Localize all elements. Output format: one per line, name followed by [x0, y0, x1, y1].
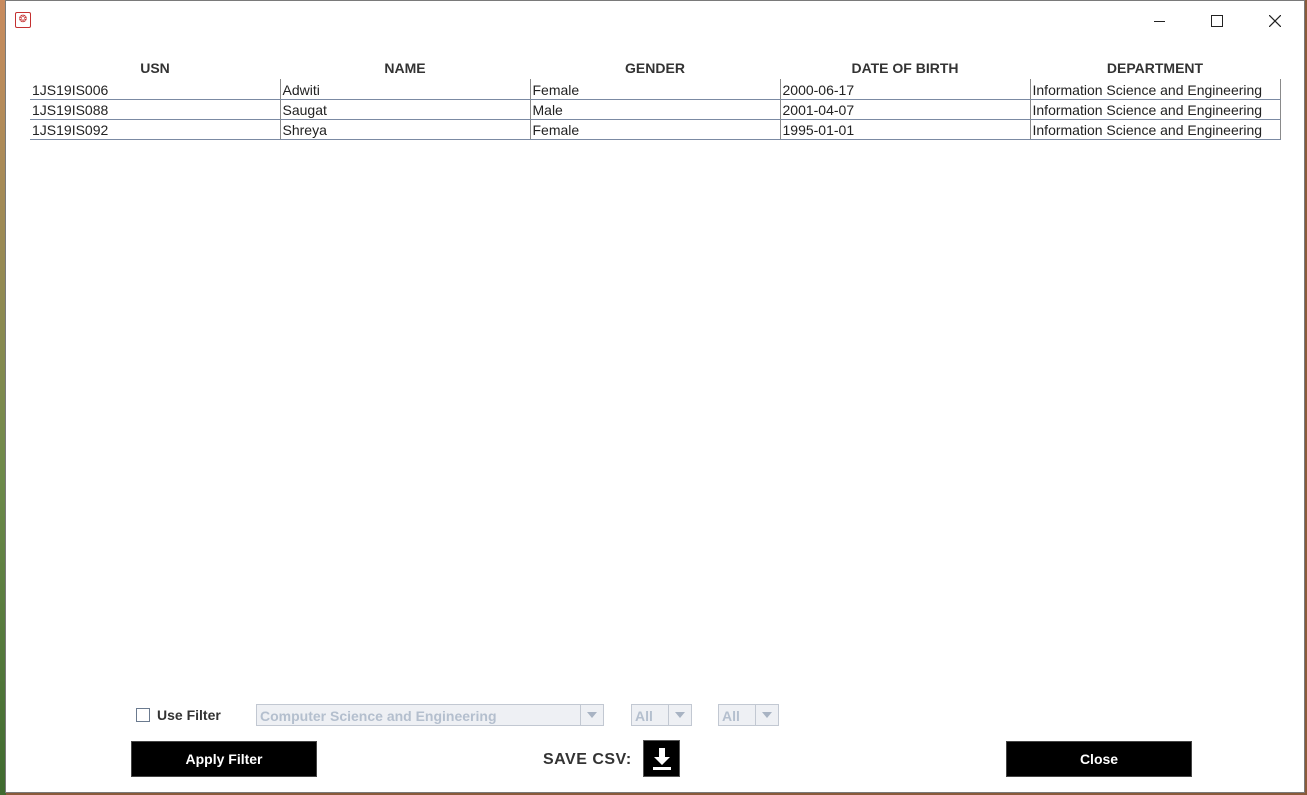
close-button[interactable]: Close: [1006, 741, 1192, 777]
apply-filter-button[interactable]: Apply Filter: [131, 741, 317, 777]
chevron-down-icon[interactable]: [668, 705, 691, 725]
close-icon: [1269, 15, 1281, 27]
chevron-down-icon[interactable]: [755, 705, 778, 725]
students-table: USN NAME GENDER DATE OF BIRTH DEPARTMENT…: [30, 57, 1281, 140]
save-csv-label: SAVE CSV:: [543, 751, 632, 768]
department-dropdown-value: Computer Science and Engineering: [260, 708, 497, 724]
minimize-icon: [1153, 20, 1165, 22]
app-logo-icon: ❂: [15, 12, 31, 28]
chevron-down-icon[interactable]: [580, 705, 603, 725]
filter-dropdown-2-value: All: [635, 708, 653, 724]
use-filter-checkbox-group[interactable]: Use Filter: [136, 707, 221, 723]
cell-name[interactable]: Adwiti: [279, 79, 530, 100]
filter-dropdown-2[interactable]: All: [631, 704, 692, 726]
cell-name[interactable]: Saugat: [279, 99, 530, 120]
table-row[interactable]: 1JS19IS092 Shreya Female 1995-01-01 Info…: [30, 119, 1281, 140]
table-row[interactable]: 1JS19IS006 Adwiti Female 2000-06-17 Info…: [30, 79, 1281, 100]
download-icon: [652, 747, 671, 770]
table-row[interactable]: 1JS19IS088 Saugat Male 2001-04-07 Inform…: [30, 99, 1281, 120]
use-filter-label[interactable]: Use Filter: [157, 707, 221, 723]
title-bar: ❂: [6, 1, 1304, 41]
maximize-button[interactable]: [1188, 1, 1246, 41]
cell-dob[interactable]: 2000-06-17: [779, 79, 1030, 100]
cell-usn[interactable]: 1JS19IS092: [30, 119, 280, 140]
cell-department[interactable]: Information Science and Engineering: [1029, 119, 1281, 140]
minimize-button[interactable]: [1130, 1, 1188, 41]
maximize-icon: [1211, 15, 1223, 27]
column-header-name[interactable]: NAME: [280, 57, 530, 80]
close-window-button[interactable]: [1246, 1, 1304, 41]
column-header-department[interactable]: DEPARTMENT: [1030, 57, 1280, 80]
table-header-row: USN NAME GENDER DATE OF BIRTH DEPARTMENT: [30, 57, 1280, 80]
department-dropdown[interactable]: Computer Science and Engineering: [256, 704, 604, 726]
filter-dropdown-3[interactable]: All: [718, 704, 779, 726]
cell-gender[interactable]: Male: [529, 99, 780, 120]
cell-dob[interactable]: 2001-04-07: [779, 99, 1030, 120]
use-filter-checkbox[interactable]: [136, 708, 150, 722]
cell-gender[interactable]: Female: [529, 79, 780, 100]
column-header-usn[interactable]: USN: [30, 57, 280, 80]
cell-gender[interactable]: Female: [529, 119, 780, 140]
column-header-gender[interactable]: GENDER: [530, 57, 780, 80]
cell-usn[interactable]: 1JS19IS006: [30, 79, 280, 100]
cell-usn[interactable]: 1JS19IS088: [30, 99, 280, 120]
column-header-dob[interactable]: DATE OF BIRTH: [780, 57, 1030, 80]
save-csv-button[interactable]: [643, 740, 680, 777]
cell-dob[interactable]: 1995-01-01: [779, 119, 1030, 140]
cell-department[interactable]: Information Science and Engineering: [1029, 79, 1281, 100]
filter-dropdown-3-value: All: [722, 708, 740, 724]
cell-department[interactable]: Information Science and Engineering: [1029, 99, 1281, 120]
cell-name[interactable]: Shreya: [279, 119, 530, 140]
student-list-window: ❂ USN NAME GENDER DATE OF BIRTH DEPARTME…: [5, 0, 1305, 793]
